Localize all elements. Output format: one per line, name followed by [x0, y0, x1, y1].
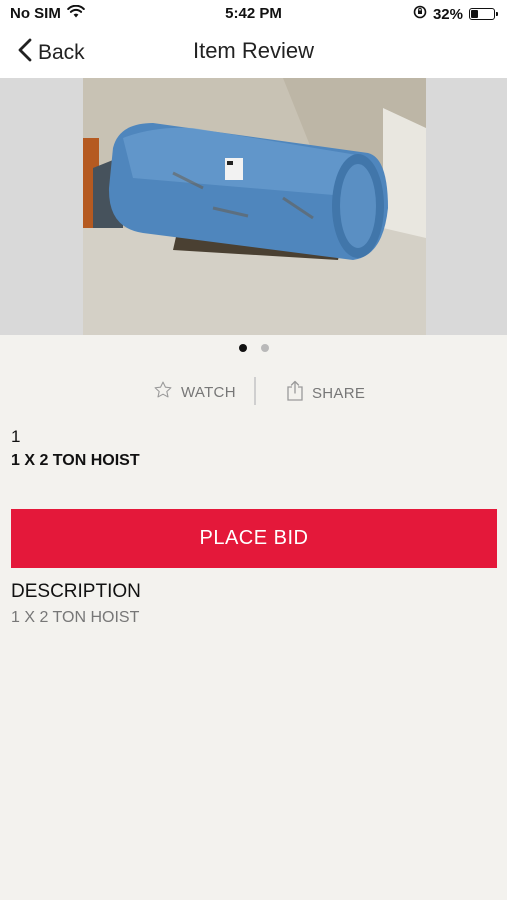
description-text: 1 X 2 TON HOIST	[11, 609, 140, 626]
share-icon	[286, 380, 304, 406]
lot-number: 1	[11, 427, 21, 446]
battery-icon	[469, 8, 498, 20]
battery-fill	[471, 10, 478, 18]
share-label: SHARE	[312, 384, 366, 402]
place-bid-button[interactable]: PLACE BID	[11, 509, 497, 568]
star-icon	[153, 380, 173, 404]
action-divider	[254, 377, 256, 405]
page-indicator[interactable]	[0, 344, 507, 352]
item-photo[interactable]	[83, 78, 426, 335]
orientation-lock-icon	[413, 5, 427, 23]
page-dot[interactable]	[238, 344, 247, 352]
nav-bar: Back Item Review	[0, 28, 507, 78]
share-button[interactable]: SHARE	[286, 380, 365, 406]
action-bar: WATCH SHARE	[0, 377, 507, 405]
watch-label: WATCH	[181, 383, 236, 401]
image-gallery[interactable]	[0, 78, 507, 335]
status-right: 32%	[413, 5, 498, 23]
item-title: 1 X 2 TON HOIST	[11, 452, 140, 469]
watch-button[interactable]: WATCH	[153, 380, 236, 404]
page-dot[interactable]	[260, 344, 269, 352]
description-heading: DESCRIPTION	[11, 581, 141, 602]
battery-percent: 32%	[432, 5, 463, 23]
status-bar: No SIM 5:42 PM 32%	[0, 0, 507, 28]
page-title: Item Review	[192, 38, 315, 63]
